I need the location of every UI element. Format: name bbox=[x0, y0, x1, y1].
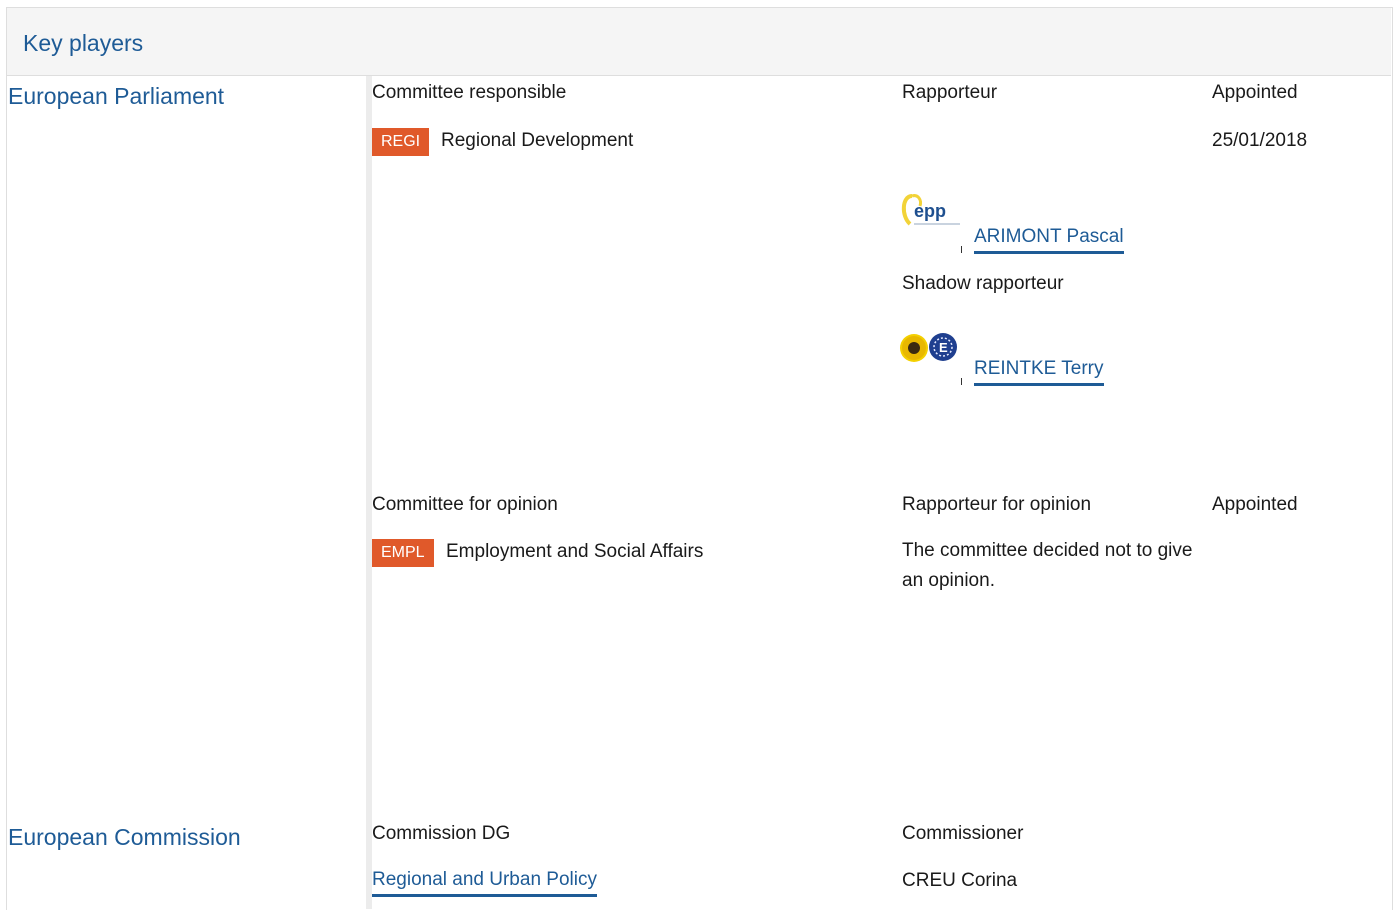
rapporteur-link[interactable]: ARIMONT Pascal bbox=[974, 225, 1124, 254]
panel-title: Key players bbox=[23, 30, 144, 56]
section-title-parliament: European Parliament bbox=[8, 83, 225, 109]
appointed-date: 25/01/2018 bbox=[1212, 130, 1308, 151]
svg-text:epp: epp bbox=[914, 201, 946, 221]
svg-text:E: E bbox=[939, 340, 948, 355]
shadow-rapporteur-link[interactable]: REINTKE Terry bbox=[974, 357, 1104, 386]
committee-badge-regi[interactable]: REGI bbox=[372, 128, 430, 156]
commissioner-label: Commissioner bbox=[902, 823, 1024, 844]
committee-badge-empl[interactable]: EMPL bbox=[372, 539, 434, 567]
rapporteur-label: Rapporteur bbox=[902, 82, 998, 103]
epp-logo-icon: epp bbox=[901, 194, 960, 226]
shadow-rapporteur-label: Shadow rapporteur bbox=[902, 273, 1064, 294]
commission-dg-link[interactable]: Regional and Urban Policy bbox=[372, 868, 597, 897]
committee-name-empl: Employment and Social Affairs bbox=[446, 541, 704, 562]
appointed-label: Appointed bbox=[1212, 82, 1298, 103]
column-divider bbox=[366, 76, 372, 909]
committee-name-regi: Regional Development bbox=[441, 130, 634, 151]
section-title-commission: European Commission bbox=[8, 824, 241, 850]
key-players-panel bbox=[6, 7, 1393, 910]
greens-efa-logo-icon: E bbox=[900, 333, 957, 362]
panel-header: Key players bbox=[7, 8, 1391, 76]
commissioner-name: CREU Corina bbox=[902, 870, 1018, 891]
appointed-opinion-label: Appointed bbox=[1212, 494, 1298, 515]
committee-opinion-label: Committee for opinion bbox=[372, 494, 558, 515]
commission-dg-label: Commission DG bbox=[372, 823, 511, 844]
opinion-note: The committee decided not to give an opi… bbox=[902, 540, 1193, 591]
committee-responsible-label: Committee responsible bbox=[372, 82, 567, 103]
rapporteur-opinion-label: Rapporteur for opinion bbox=[902, 494, 1092, 515]
